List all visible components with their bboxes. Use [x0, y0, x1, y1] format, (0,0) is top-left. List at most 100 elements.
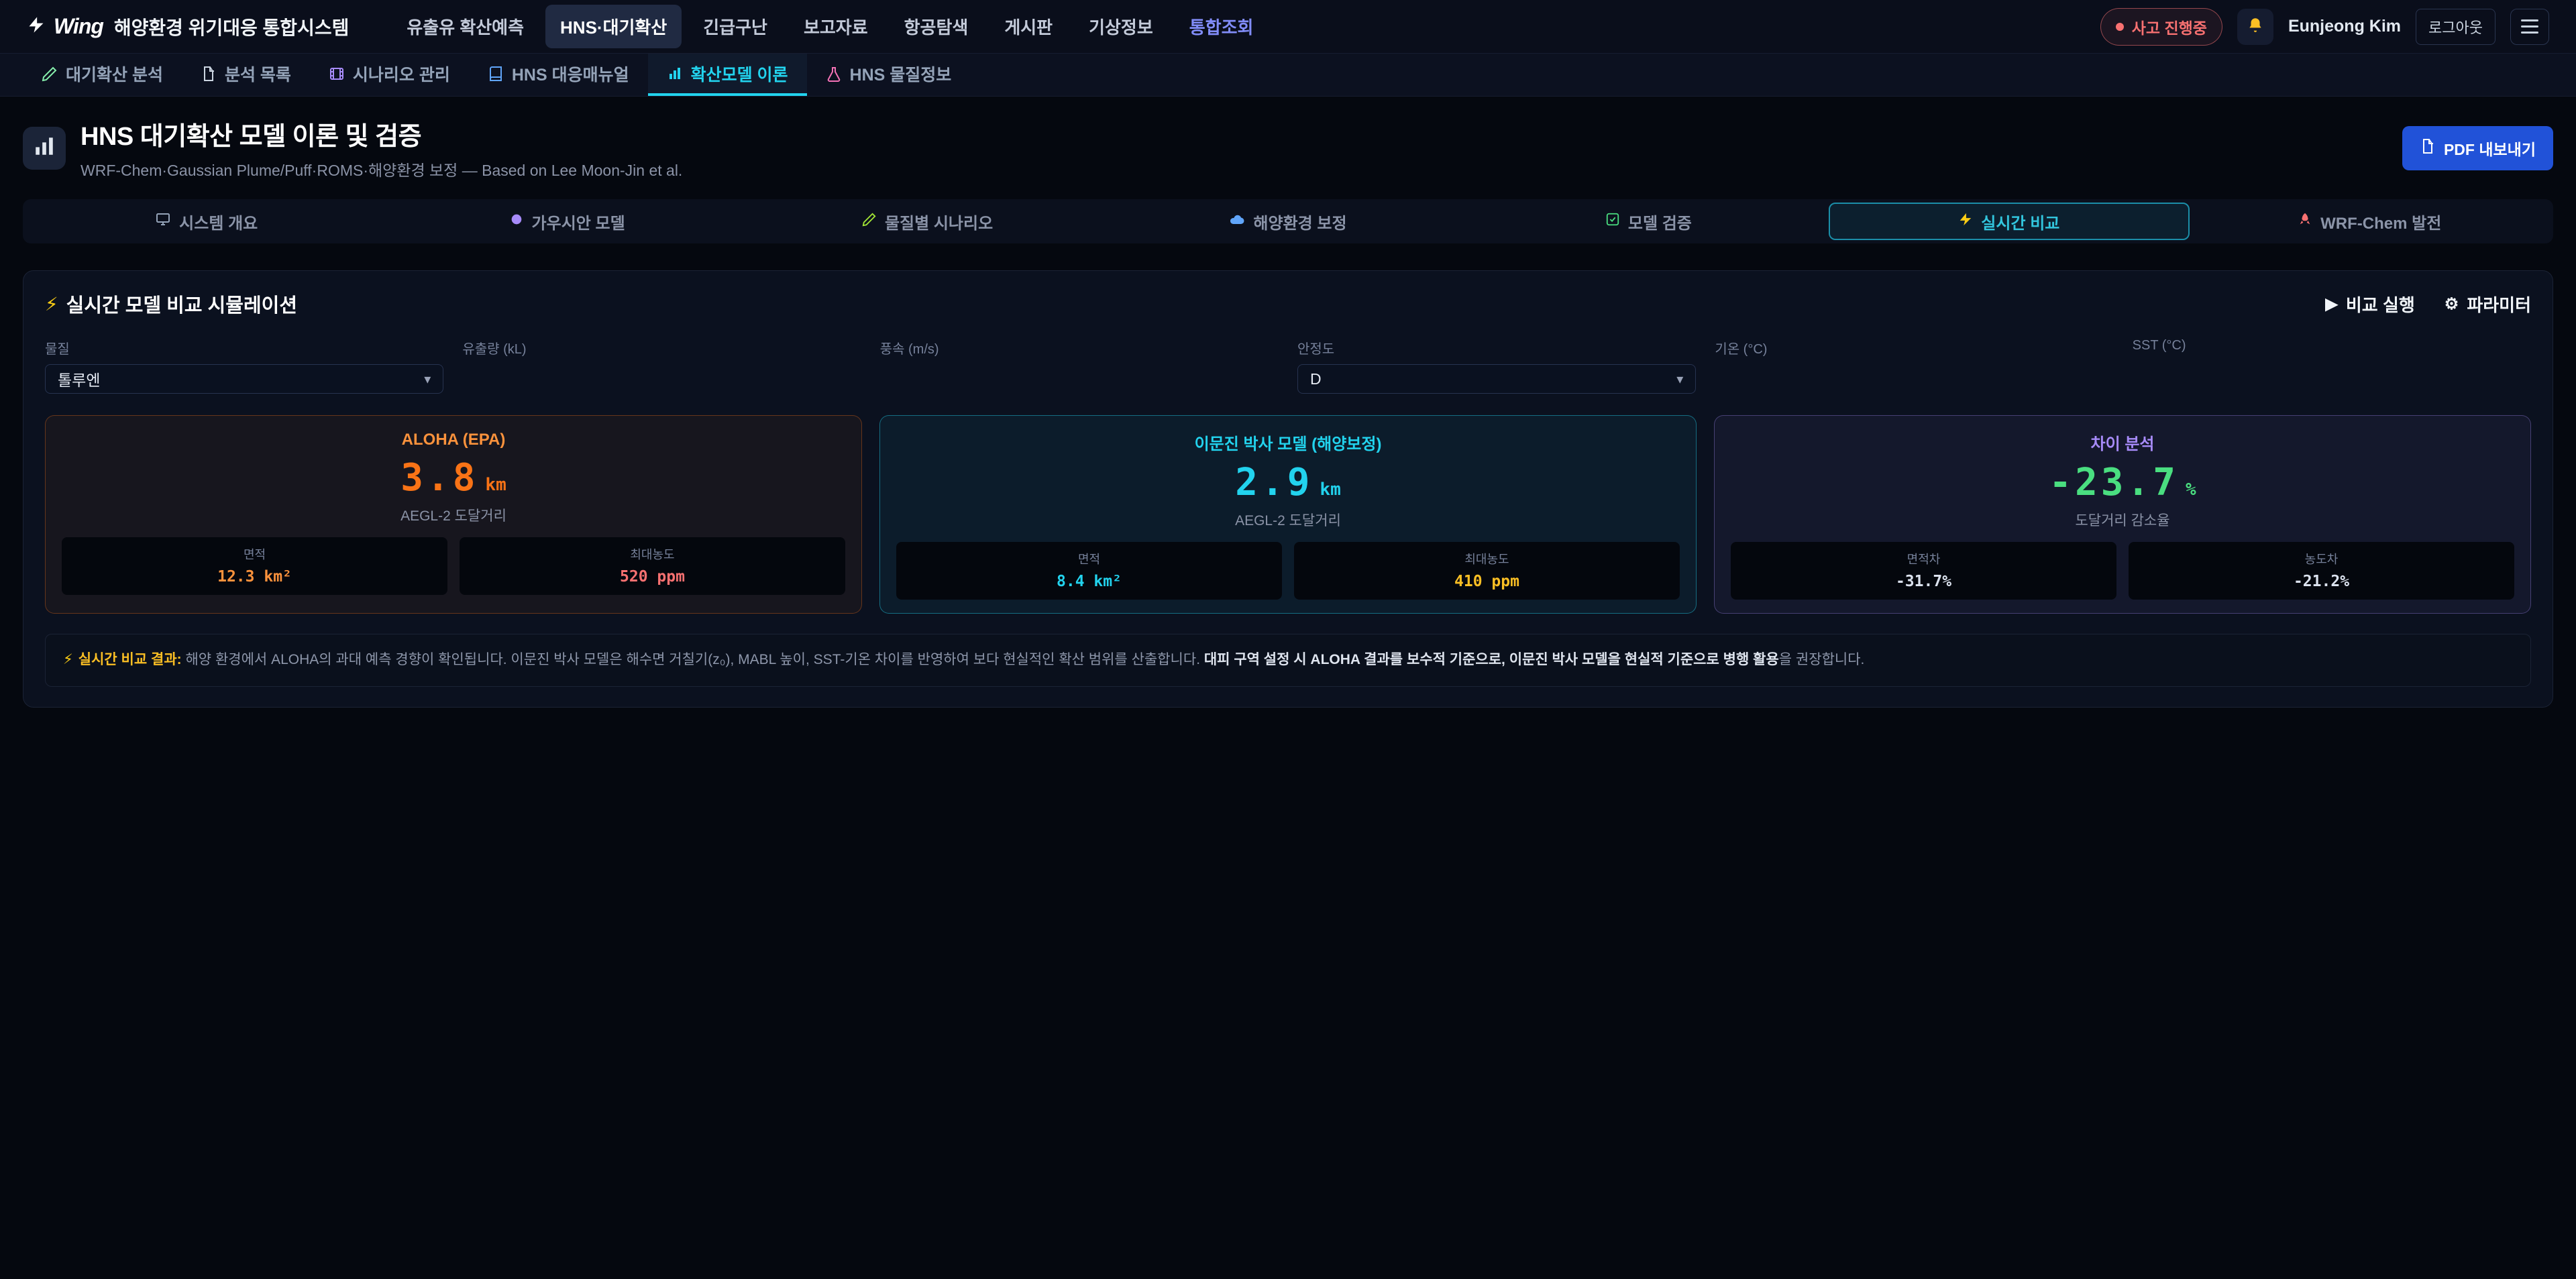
check-square-icon	[1605, 212, 1620, 231]
section-tab-model-validation[interactable]: 모델 검증	[1468, 203, 1829, 240]
nav-item-aerial-search[interactable]: 항공탐색	[890, 5, 983, 48]
section-tab-overview[interactable]: 시스템 개요	[26, 203, 386, 240]
note-body: 해양 환경에서 ALOHA의 과대 예측 경향이 확인됩니다. 이문진 박사 모…	[182, 652, 1204, 667]
substance-select[interactable]: 톨루엔 ▾	[45, 364, 443, 394]
incident-status-badge[interactable]: 사고 진행중	[2100, 8, 2222, 46]
nav-item-hns-atmos[interactable]: HNS·대기확산	[545, 5, 682, 48]
bar-chart-icon	[33, 135, 56, 161]
nav-item-weather[interactable]: 기상정보	[1074, 5, 1168, 48]
incident-status-label: 사고 진행중	[2132, 15, 2207, 38]
section-tab-label: 가우시안 모델	[532, 210, 625, 233]
main-nav: 유출유 확산예측 HNS·대기확산 긴급구난 보고자료 항공탐색 게시판 기상정…	[392, 5, 1268, 48]
result-card-title: 차이 분석	[1731, 431, 2514, 454]
monitor-icon	[155, 211, 171, 232]
notifications-button[interactable]	[2237, 9, 2273, 45]
stat-value: 8.4 km²	[902, 573, 1277, 590]
subnav-tab-dispersion-analysis[interactable]: 대기확산 분석	[23, 54, 182, 96]
stat-value: 520 ppm	[465, 568, 840, 586]
pencil-icon	[862, 212, 877, 231]
result-card-title: 이문진 박사 모델 (해양보정)	[896, 431, 1680, 454]
page-header-text: HNS 대기확산 모델 이론 및 검증 WRF-Chem·Gaussian Pl…	[80, 115, 682, 180]
subnav-tab-label: 대기확산 분석	[66, 62, 163, 86]
section-tab-label: 해양환경 보정	[1253, 210, 1346, 233]
field-substance: 물질 톨루엔 ▾	[45, 338, 443, 394]
nav-item-reports[interactable]: 보고자료	[789, 5, 883, 48]
page-header: HNS 대기확산 모델 이론 및 검증 WRF-Chem·Gaussian Pl…	[23, 115, 2553, 180]
page: { "topbar": { "brand": "Wing", "title": …	[0, 0, 2576, 1279]
stat-area: 면적 12.3 km²	[62, 537, 447, 595]
pdf-export-label: PDF 내보내기	[2444, 137, 2536, 160]
substance-label: 물질	[45, 338, 443, 357]
stat-label: 농도차	[2134, 550, 2509, 567]
stability-select[interactable]: D ▾	[1297, 364, 1696, 394]
comparison-results: ALOHA (EPA) 3.8 km AEGL-2 도달거리 면적 12.3 k…	[45, 415, 2531, 614]
result-value-row: 2.9 km	[896, 461, 1680, 504]
note-strong: 대피 구역 설정 시 ALOHA 결과를 보수적 기준으로, 이문진 박사 모델…	[1204, 652, 1779, 667]
section-tab-ocean-correction[interactable]: 해양환경 보정	[1108, 203, 1468, 240]
subnav-tab-scenario-management[interactable]: 시나리오 관리	[310, 54, 469, 96]
subnav-tab-model-theory[interactable]: 확산모델 이론	[648, 54, 807, 96]
section-tabs: 시스템 개요 가우시안 모델 물질별 시나리오 해양환경 보정 모델 검증 실시…	[23, 199, 2553, 243]
chevron-down-icon: ▾	[424, 371, 431, 388]
spill-volume-input[interactable]	[462, 364, 861, 394]
subnav-tab-label: 확산모델 이론	[691, 62, 788, 86]
book-icon	[488, 66, 504, 82]
nav-item-rescue[interactable]: 긴급구난	[688, 5, 782, 48]
section-tab-label: 시스템 개요	[179, 210, 258, 233]
hamburger-menu-button[interactable]	[2510, 9, 2549, 45]
document-icon	[201, 66, 217, 82]
sst-input[interactable]	[2133, 360, 2531, 390]
stat-label: 면적	[902, 550, 1277, 567]
result-card-title: ALOHA (EPA)	[62, 431, 845, 449]
sim-card-actions: ▶ 비교 실행 ⚙ 파라미터	[2325, 292, 2531, 317]
parameters-label: 파라미터	[2467, 292, 2531, 317]
air-temp-input[interactable]	[1715, 364, 2113, 394]
result-stats: 면적 8.4 km² 최대농도 410 ppm	[896, 542, 1680, 600]
note-prefix: 실시간 비교 결과:	[78, 652, 182, 667]
result-value: 3.8	[400, 456, 478, 500]
subnav-tab-analysis-list[interactable]: 분석 목록	[182, 54, 310, 96]
nav-item-oil-spill[interactable]: 유출유 확산예측	[392, 5, 539, 48]
subnav-tab-hns-manual[interactable]: HNS 대응매뉴얼	[469, 54, 648, 96]
chevron-down-icon: ▾	[1676, 371, 1683, 388]
subnav-tab-hns-substance-info[interactable]: HNS 물질정보	[807, 54, 971, 96]
run-comparison-button[interactable]: ▶ 비교 실행	[2325, 292, 2414, 317]
stat-label: 면적	[67, 545, 442, 563]
section-tab-realtime-comparison[interactable]: 실시간 비교	[1829, 203, 2189, 240]
gear-icon: ⚙	[2445, 294, 2459, 314]
status-dot-icon	[2116, 23, 2124, 31]
sim-card-title: ⚡ 실시간 모델 비교 시뮬레이션	[45, 290, 297, 318]
chart-icon	[667, 66, 683, 82]
section-tab-gaussian[interactable]: 가우시안 모델	[386, 203, 747, 240]
result-caption: AEGL-2 도달거리	[896, 510, 1680, 530]
run-comparison-label: 비교 실행	[2346, 292, 2415, 317]
result-card-difference: 차이 분석 -23.7 % 도달거리 감소율 면적차 -31.7% 농도차 -2…	[1714, 415, 2531, 614]
result-stats: 면적차 -31.7% 농도차 -21.2%	[1731, 542, 2514, 600]
sub-nav: 대기확산 분석 분석 목록 시나리오 관리 HNS 대응매뉴얼 확산모델 이론 …	[0, 54, 2576, 97]
result-caption: 도달거리 감소율	[1731, 510, 2514, 530]
parameters-button[interactable]: ⚙ 파라미터	[2445, 292, 2531, 317]
subnav-tab-label: HNS 대응매뉴얼	[512, 62, 629, 86]
section-tab-substance-scenarios[interactable]: 물질별 시나리오	[747, 203, 1108, 240]
stat-label: 최대농도	[465, 545, 840, 563]
realtime-comparison-card: ⚡ 실시간 모델 비교 시뮬레이션 ▶ 비교 실행 ⚙ 파라미터 물질 톨루엔 …	[23, 270, 2553, 708]
stat-max-concentration: 최대농도 410 ppm	[1294, 542, 1680, 600]
logout-button[interactable]: 로그아웃	[2416, 9, 2496, 45]
nav-item-board[interactable]: 게시판	[989, 5, 1067, 48]
stat-label: 면적차	[1736, 550, 2111, 567]
wind-speed-input[interactable]	[880, 364, 1279, 394]
stat-value: -21.2%	[2134, 573, 2509, 590]
stat-max-concentration: 최대농도 520 ppm	[460, 537, 845, 595]
field-stability: 안정도 D ▾	[1297, 338, 1696, 394]
result-unit: %	[2186, 480, 2196, 500]
bolt-icon	[1958, 212, 1973, 231]
section-tab-wrfchem[interactable]: WRF-Chem 발전	[2190, 203, 2550, 240]
wind-speed-label: 풍속 (m/s)	[880, 338, 1279, 357]
brand-logo[interactable]: Wing 해양환경 위기대응 통합시스템	[27, 13, 349, 40]
flask-icon	[826, 66, 842, 82]
pdf-export-button[interactable]: PDF 내보내기	[2402, 126, 2553, 170]
result-value: 2.9	[1235, 461, 1313, 504]
stability-label: 안정도	[1297, 338, 1696, 357]
nav-item-integrated-search[interactable]: 통합조회	[1175, 5, 1269, 48]
topbar: Wing 해양환경 위기대응 통합시스템 유출유 확산예측 HNS·대기확산 긴…	[0, 0, 2576, 54]
